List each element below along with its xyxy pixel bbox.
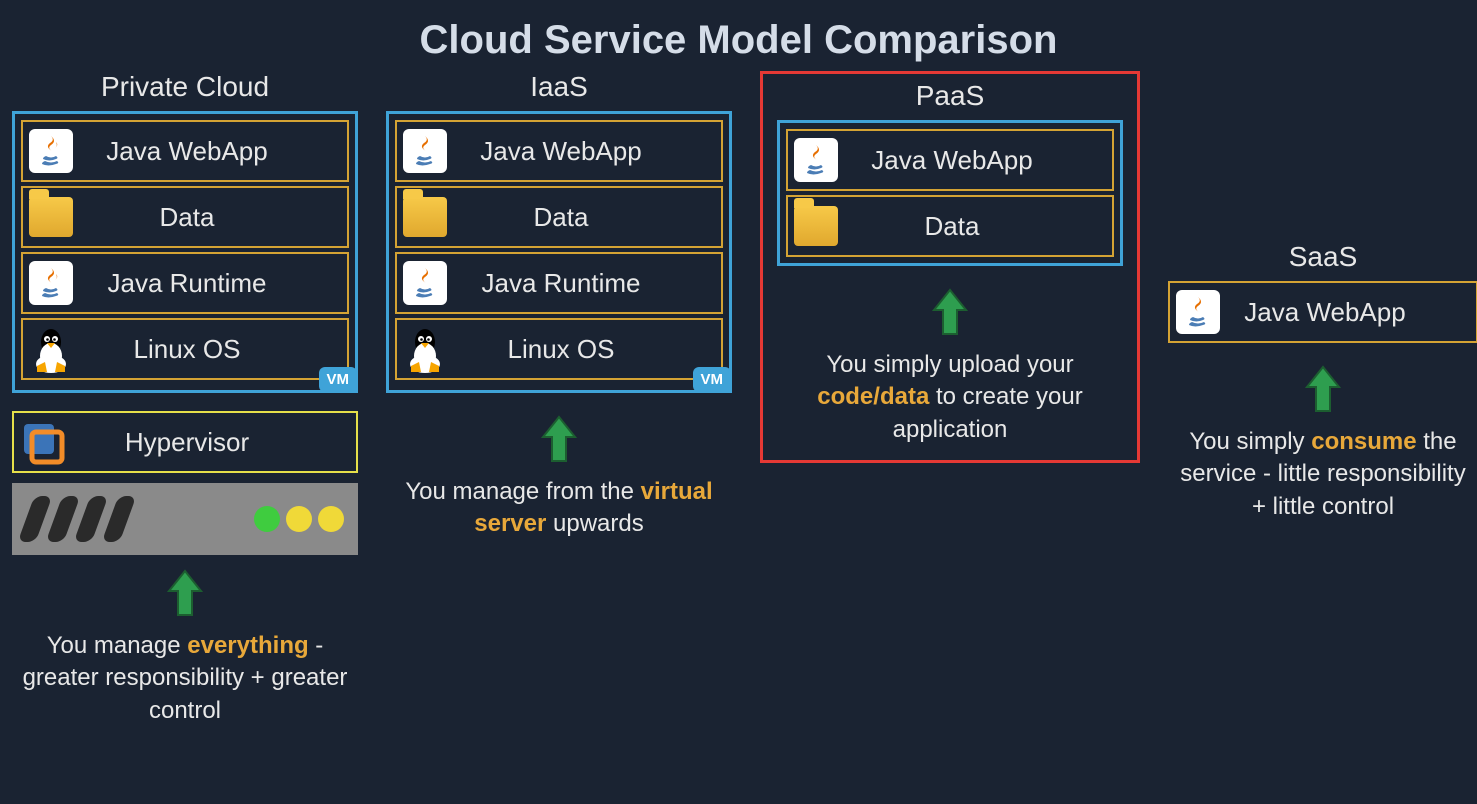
layer-java-runtime: Java Runtime <box>395 252 723 314</box>
layer-label: Java Runtime <box>75 268 347 299</box>
caption-text: You manage <box>47 632 188 659</box>
vm-badge: VM <box>693 367 732 392</box>
layer-label: Data <box>75 202 347 233</box>
folder-icon <box>792 202 840 250</box>
layer-label: Linux OS <box>449 334 721 365</box>
layer-java-webapp: Java WebApp <box>786 129 1114 191</box>
column-title-saas: SaaS <box>1289 241 1358 273</box>
hypervisor-box: Hypervisor <box>12 411 358 473</box>
layer-linux-os: Linux OS <box>21 318 349 380</box>
java-icon <box>792 136 840 184</box>
java-icon <box>401 259 449 307</box>
hardware-box <box>12 483 358 555</box>
caption-private: You manage everything - greater responsi… <box>20 630 350 727</box>
page-title: Cloud Service Model Comparison <box>0 0 1477 71</box>
paas-highlight-box: PaaS Java WebApp Data You simply upload … <box>760 71 1140 463</box>
led-green-icon <box>254 506 280 532</box>
folder-icon <box>27 193 75 241</box>
caption-highlight: code/data <box>817 383 929 410</box>
column-title-paas: PaaS <box>916 80 985 112</box>
java-icon <box>27 259 75 307</box>
layer-java-webapp: Java WebApp <box>21 120 349 182</box>
arrow-up-icon <box>165 569 205 624</box>
java-icon <box>1174 288 1222 336</box>
layer-label: Data <box>449 202 721 233</box>
linux-icon <box>401 325 449 373</box>
java-icon <box>401 127 449 175</box>
caption-text: You manage from the <box>405 478 640 505</box>
layer-label: Java WebApp <box>1222 297 1476 328</box>
caption-text: You simply <box>1189 428 1311 455</box>
caption-saas: You simply consume the service - little … <box>1173 426 1473 523</box>
column-title-iaas: IaaS <box>530 71 588 103</box>
arrow-up-icon <box>930 288 970 343</box>
layer-label: Linux OS <box>75 334 347 365</box>
layer-linux-os: Linux OS <box>395 318 723 380</box>
layer-data: Data <box>395 186 723 248</box>
caption-highlight: everything <box>187 632 308 659</box>
column-paas: PaaS Java WebApp Data You simply upload … <box>760 71 1140 463</box>
column-title-private: Private Cloud <box>101 71 269 103</box>
saas-box: Java WebApp <box>1168 281 1477 343</box>
columns-container: Private Cloud Java WebApp Data Java Runt… <box>0 71 1477 727</box>
caption-iaas: You manage from the virtual server upwar… <box>394 476 724 541</box>
led-yellow-icon <box>286 506 312 532</box>
arrow-up-icon <box>539 415 579 470</box>
hardware-slot-icon <box>102 496 137 542</box>
arrow-up-icon <box>1303 365 1343 420</box>
led-yellow-icon <box>318 506 344 532</box>
column-private-cloud: Private Cloud Java WebApp Data Java Runt… <box>12 71 358 727</box>
column-iaas: IaaS Java WebApp Data Java Runtime Linux… <box>386 71 732 541</box>
caption-highlight: consume <box>1311 428 1416 455</box>
java-icon <box>27 127 75 175</box>
hypervisor-icon <box>18 418 66 466</box>
layer-label: Java WebApp <box>840 145 1112 176</box>
layer-java-runtime: Java Runtime <box>21 252 349 314</box>
layer-label: Data <box>840 211 1112 242</box>
layer-java-webapp: Java WebApp <box>395 120 723 182</box>
vm-box-private: Java WebApp Data Java Runtime Linux OS V… <box>12 111 358 393</box>
layer-data: Data <box>786 195 1114 257</box>
hypervisor-label: Hypervisor <box>66 427 356 458</box>
layer-label: Java WebApp <box>449 136 721 167</box>
caption-text: You simply upload your <box>826 351 1073 378</box>
layer-label: Java WebApp <box>75 136 347 167</box>
caption-text: upwards <box>546 510 643 537</box>
vm-box-iaas: Java WebApp Data Java Runtime Linux OS V… <box>386 111 732 393</box>
vm-box-paas: Java WebApp Data <box>777 120 1123 266</box>
column-saas: SaaS Java WebApp You simply consume the … <box>1168 241 1477 523</box>
folder-icon <box>401 193 449 241</box>
layer-label: Java Runtime <box>449 268 721 299</box>
vm-badge: VM <box>319 367 358 392</box>
layer-data: Data <box>21 186 349 248</box>
caption-paas: You simply upload your code/data to crea… <box>800 349 1100 446</box>
linux-icon <box>27 325 75 373</box>
